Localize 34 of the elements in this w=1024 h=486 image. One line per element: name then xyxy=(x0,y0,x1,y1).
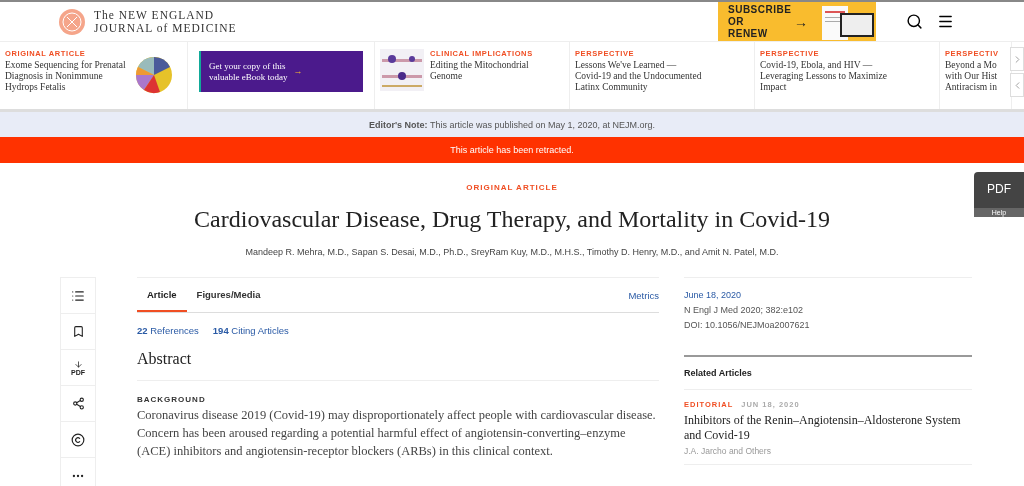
copyright-icon xyxy=(71,432,85,447)
article-title: Cardiovascular Disease, Drug Therapy, and Mortality in Covid-19 xyxy=(194,206,830,233)
download-icon xyxy=(73,359,83,369)
article-link[interactable]: Covid-19, Ebola, and HIV — Leveraging Lessons to Maximize Impact xyxy=(760,60,887,93)
section-heading: BACKGROUND xyxy=(137,395,207,404)
metrics-link[interactable]: Metrics xyxy=(628,289,659,301)
tab[interactable]: Article xyxy=(137,278,187,312)
list-icon xyxy=(71,288,85,303)
related-authors: J.A. Jarcho and Others xyxy=(684,446,772,456)
article-link[interactable]: Lessons We've Learned — Covid-19 and the Undocumented Latinx Community xyxy=(575,60,702,93)
abstract-paragraph: Coronavirus disease 2019 (Covid-19) may disproportionately affect people with cardiovascular disease. Concern has been aroused regarding a potential harmful effect of angiotensin-converting–enzyme (ACE) inhibitors and angiotensin-receptor blockers (ARBs) in this clinical context. xyxy=(137,407,657,460)
article-link[interactable]: Editing the Mitochondrial Genome xyxy=(430,60,533,82)
article-type: ORIGINAL ARTICLE xyxy=(466,183,558,192)
related-heading: Related Articles xyxy=(684,357,972,390)
subscribe-banner[interactable]: SUBSCRIBE OR RENEW → xyxy=(718,2,876,41)
retraction-banner: This article has been retracted. xyxy=(0,137,1024,163)
reference-link[interactable]: 22 References xyxy=(137,325,199,336)
article-link[interactable]: Exome Sequencing for Prenatal Diagnosis in Nonimmune Hydrops Fetalis xyxy=(5,60,126,93)
related-article-link[interactable]: Inhibitors of the Renin–Angiotensin–Aldosterone System and Covid-19 xyxy=(684,413,972,443)
logo-seal-icon xyxy=(58,7,86,36)
reference-link[interactable]: 194 Citing Articles xyxy=(212,325,289,336)
doi: DOI: 10.1056/NEJMoa2007621 xyxy=(684,319,811,332)
article-link[interactable]: Beyond a Mo with Our Hist Antiracism in xyxy=(945,60,999,93)
menu-icon[interactable] xyxy=(937,13,954,30)
tab[interactable]: Figures/Media xyxy=(186,278,271,312)
editors-note: Editor's Note: This article was published on May 1, 2020, at NEJM.org. xyxy=(0,112,1024,137)
journal-citation: N Engl J Med 2020; 382:e102 xyxy=(684,304,805,317)
bookmark-icon xyxy=(71,325,85,338)
journal-logo[interactable]: The NEW ENGLAND JOURNAL of MEDICINE xyxy=(94,8,237,35)
share-icon xyxy=(71,397,85,410)
search-icon[interactable] xyxy=(906,13,923,30)
authors: Mandeep R. Mehra, M.D., Sapan S. Desai, M.D., Ph.D., SreyRam Kuy, M.D., M.H.S., Timothy D. Henry, M.D., and Amit N. Patel, M.D. xyxy=(245,247,779,257)
abstract-heading: Abstract xyxy=(137,350,659,381)
publication-date: June 18, 2020 xyxy=(684,289,743,302)
